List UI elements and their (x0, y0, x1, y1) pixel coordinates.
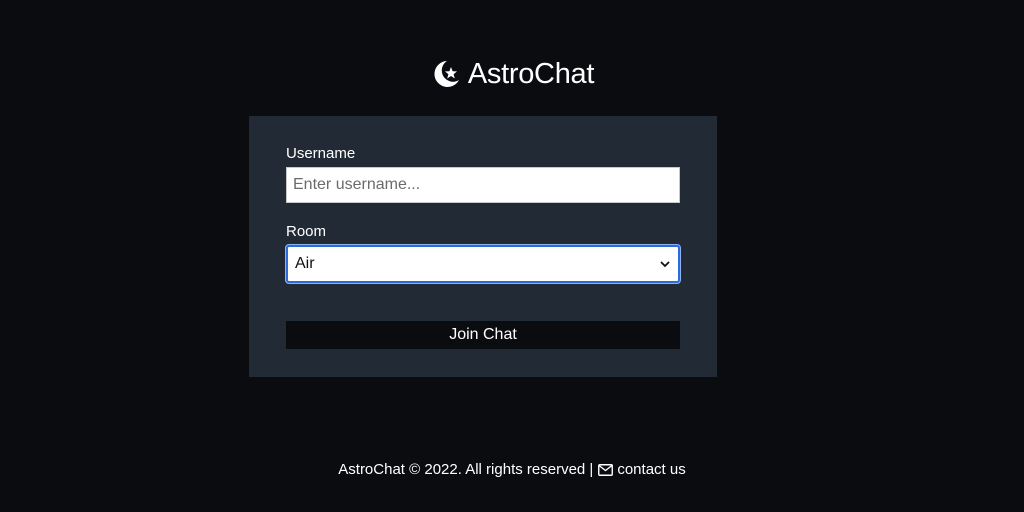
brand-header: AstroChat (0, 58, 1024, 90)
username-input[interactable] (286, 167, 680, 203)
join-chat-button[interactable]: Join Chat (286, 321, 680, 349)
username-label: Username (286, 145, 356, 162)
crescent-star-icon (430, 58, 462, 90)
contact-us-link[interactable]: contact us (598, 461, 686, 478)
envelope-icon (598, 463, 614, 476)
contact-us-label: contact us (617, 461, 686, 478)
brand-name: AstroChat (467, 57, 595, 90)
room-select-value: Air (295, 255, 315, 272)
footer: AstroChat © 2022. All rights reserved | … (0, 461, 1024, 478)
footer-copyright: AstroChat © 2022. All rights reserved | (338, 461, 594, 478)
chevron-down-icon (659, 258, 671, 270)
room-select[interactable]: Air (286, 245, 680, 283)
join-form-card: Username Room Air Join Chat (249, 116, 717, 377)
room-label: Room (286, 223, 327, 240)
